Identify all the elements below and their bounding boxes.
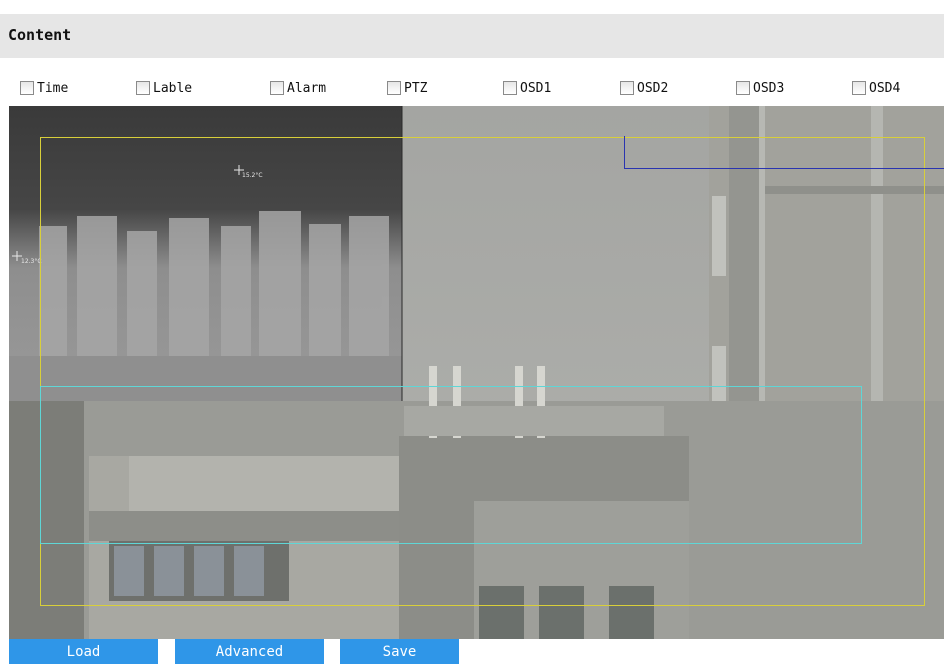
checkbox-box[interactable] bbox=[736, 81, 750, 95]
osd4-checkbox[interactable]: OSD4 bbox=[852, 76, 900, 100]
advanced-button[interactable]: Advanced bbox=[175, 639, 324, 664]
osd2-checkbox[interactable]: OSD2 bbox=[620, 76, 668, 100]
alarm-checkbox[interactable]: Alarm bbox=[270, 76, 326, 100]
load-button[interactable]: Load bbox=[9, 639, 158, 664]
temp-marker-label: 15.2°C bbox=[242, 172, 263, 179]
checkbox-label: OSD2 bbox=[637, 80, 669, 96]
time-checkbox[interactable]: Time bbox=[20, 76, 68, 100]
checkbox-box[interactable] bbox=[503, 81, 517, 95]
osd1-checkbox[interactable]: OSD1 bbox=[503, 76, 551, 100]
content-header: Content bbox=[0, 14, 944, 58]
section-title: Content bbox=[8, 26, 72, 44]
checkbox-box[interactable] bbox=[136, 81, 150, 95]
checkbox-label: OSD4 bbox=[869, 80, 901, 96]
checkbox-label: Time bbox=[37, 80, 69, 96]
save-button[interactable]: Save bbox=[340, 639, 459, 664]
lable-checkbox[interactable]: Lable bbox=[136, 76, 192, 100]
osd-checkbox-row: Time Lable Alarm PTZ OSD1 OSD2 OSD3 OSD4 bbox=[0, 76, 944, 100]
checkbox-box[interactable] bbox=[20, 81, 34, 95]
checkbox-box[interactable] bbox=[270, 81, 284, 95]
checkbox-label: Alarm bbox=[287, 80, 327, 96]
ptz-checkbox[interactable]: PTZ bbox=[387, 76, 427, 100]
checkbox-label: PTZ bbox=[404, 80, 428, 96]
checkbox-box[interactable] bbox=[852, 81, 866, 95]
checkbox-label: Lable bbox=[153, 80, 193, 96]
temp-marker-label: 12.3°C bbox=[21, 258, 42, 265]
camera-scene bbox=[9, 106, 944, 639]
checkbox-box[interactable] bbox=[387, 81, 401, 95]
checkbox-label: OSD1 bbox=[520, 80, 552, 96]
checkbox-box[interactable] bbox=[620, 81, 634, 95]
osd3-checkbox[interactable]: OSD3 bbox=[736, 76, 784, 100]
video-preview[interactable]: 15.2°C 12.3°C bbox=[9, 106, 944, 639]
checkbox-label: OSD3 bbox=[753, 80, 785, 96]
